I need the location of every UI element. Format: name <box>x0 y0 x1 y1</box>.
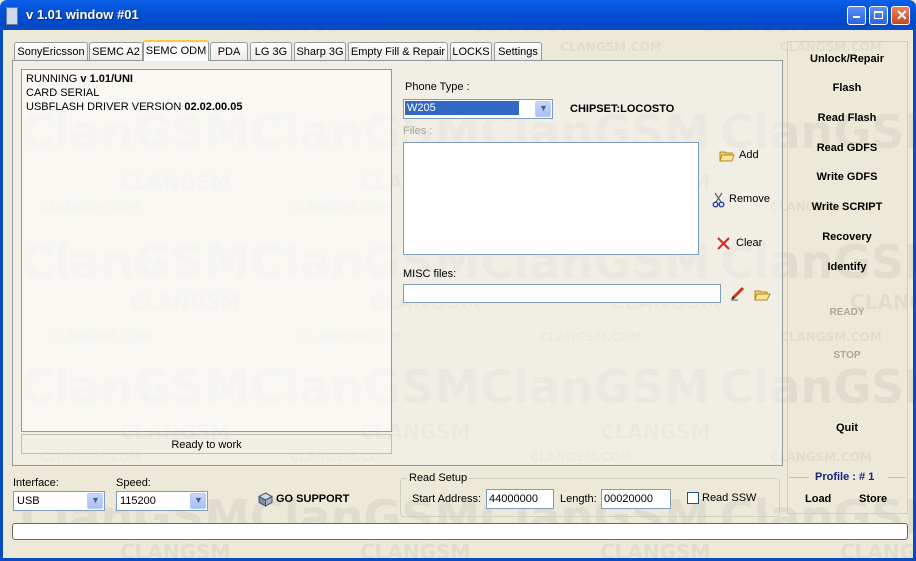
files-list[interactable] <box>403 142 699 255</box>
add-file-label: Add <box>739 149 759 161</box>
write-gdfs-button[interactable]: Write GDFS <box>794 171 900 183</box>
tab-settings[interactable]: Settings <box>494 42 542 60</box>
tab-sonyericsson[interactable]: SonyEricsson <box>14 42 88 60</box>
profile-divider-right <box>888 477 906 478</box>
read-ssw-label: Read SSW <box>702 492 757 504</box>
speed-value: 115200 <box>120 495 156 507</box>
log-line-driver-version: USBFLASH DRIVER VERSION 02.02.00.05 <box>26 101 243 113</box>
load-profile-button[interactable]: Load <box>805 493 831 505</box>
add-file-button[interactable]: Add <box>719 148 779 164</box>
folder-open-icon[interactable] <box>754 288 771 301</box>
tab-semc-a2[interactable]: SEMC A2 <box>89 42 143 60</box>
window-frame-left <box>0 30 3 561</box>
close-icon: ✕ <box>896 7 908 23</box>
chevron-down-icon[interactable]: ▼ <box>535 101 551 117</box>
app-window: CLANGSMCLANGSMCLANGSMCLANGSM.COMCLANGSM.… <box>0 0 916 561</box>
tab-lg-3g[interactable]: LG 3G <box>250 42 292 60</box>
tab-empty-fill-repair[interactable]: Empty Fill & Repair <box>348 42 448 60</box>
chevron-down-icon[interactable]: ▼ <box>87 493 103 509</box>
maximize-button[interactable] <box>869 6 888 25</box>
read-setup-title: Read Setup <box>407 472 470 484</box>
pencil-icon[interactable] <box>730 285 746 301</box>
read-flash-button[interactable]: Read Flash <box>794 112 900 124</box>
start-address-input[interactable]: 44000000 <box>486 489 554 509</box>
read-ssw-checkbox[interactable] <box>687 492 699 504</box>
interface-select[interactable]: USB ▼ <box>13 491 105 511</box>
tab-sharp-3g[interactable]: Sharp 3G <box>294 42 346 60</box>
chipset-label: CHIPSET:LOCOSTO <box>570 103 675 115</box>
start-address-label: Start Address: <box>412 493 482 505</box>
window-title: v 1.01 window #01 <box>26 7 139 22</box>
phone-type-value: W205 <box>405 101 519 115</box>
length-label: Length: <box>560 493 597 505</box>
minimize-icon <box>853 16 860 18</box>
stop-button[interactable]: STOP <box>794 350 900 361</box>
log-line-card-serial: CARD SERIAL <box>26 87 100 99</box>
speed-select[interactable]: 115200 ▼ <box>116 491 208 511</box>
unlock-repair-button[interactable]: Unlock/Repair <box>794 53 900 65</box>
files-label: Files : <box>403 125 433 137</box>
remove-file-button[interactable]: Remove <box>712 192 778 208</box>
interface-value: USB <box>17 495 40 507</box>
ready-button[interactable]: READY <box>794 307 900 318</box>
log-line-running: RUNNING v 1.01/UNI <box>26 73 133 85</box>
watermark-text: CLANGSM.COM <box>560 40 662 54</box>
go-support-button[interactable]: GO SUPPORT <box>258 492 358 508</box>
maximize-icon <box>874 11 883 19</box>
profile-indicator: Profile : # 1 <box>815 471 875 483</box>
minimize-button[interactable] <box>847 6 866 25</box>
progress-bar <box>12 523 908 540</box>
tab-semc-odm[interactable]: SEMC ODM <box>143 40 209 61</box>
identify-button[interactable]: Identify <box>794 261 900 273</box>
misc-files-input[interactable] <box>403 284 721 303</box>
go-support-label: GO SUPPORT <box>276 493 350 505</box>
length-input[interactable]: 00020000 <box>601 489 671 509</box>
speed-label: Speed: <box>116 477 151 489</box>
close-button[interactable]: ✕ <box>891 6 910 25</box>
store-profile-button[interactable]: Store <box>859 493 887 505</box>
app-icon <box>6 7 18 25</box>
tab-pda[interactable]: PDA <box>210 42 248 60</box>
phone-type-select[interactable]: W205 ▼ <box>403 99 553 119</box>
flash-button[interactable]: Flash <box>794 82 900 94</box>
title-bar[interactable]: v 1.01 window #01 ✕ <box>0 0 916 30</box>
phone-type-label: Phone Type : <box>405 81 470 93</box>
clear-x-icon <box>717 237 730 250</box>
scissors-icon <box>712 192 725 208</box>
remove-file-label: Remove <box>729 193 770 205</box>
read-gdfs-button[interactable]: Read GDFS <box>794 142 900 154</box>
status-text: Ready to work <box>21 434 392 454</box>
log-output[interactable]: RUNNING v 1.01/UNI CARD SERIAL USBFLASH … <box>21 69 392 432</box>
support-cube-icon <box>258 492 273 507</box>
misc-files-label: MISC files: <box>403 268 457 280</box>
recovery-button[interactable]: Recovery <box>794 231 900 243</box>
profile-divider-left <box>789 477 809 478</box>
interface-label: Interface: <box>13 477 59 489</box>
chevron-down-icon[interactable]: ▼ <box>190 493 206 509</box>
write-script-button[interactable]: Write SCRIPT <box>794 201 900 213</box>
clear-files-button[interactable]: Clear <box>716 236 778 252</box>
tab-locks[interactable]: LOCKS <box>450 42 492 60</box>
quit-button[interactable]: Quit <box>794 422 900 434</box>
folder-open-icon <box>719 151 735 162</box>
clear-files-label: Clear <box>736 237 763 249</box>
